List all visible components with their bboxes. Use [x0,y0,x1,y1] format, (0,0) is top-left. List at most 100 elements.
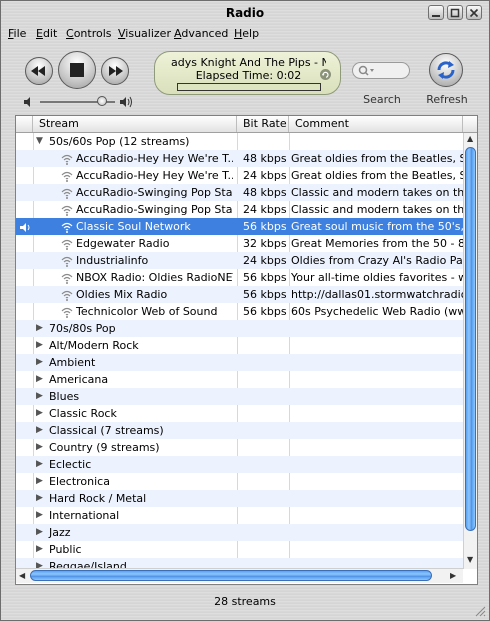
category-row[interactable]: ▶ Americana [16,371,463,388]
volume-slider-knob[interactable] [97,96,107,106]
category-row[interactable]: ▶ Ambient [16,354,463,371]
category-name: Jazz [49,526,71,539]
now-playing-title: adys Knight And The Pips - Neit [171,56,326,69]
category-row[interactable]: ▶ Eclectic [16,456,463,473]
header-comment[interactable]: Comment [289,116,463,132]
stream-row[interactable]: Edgewater Radio 32 kbps Great Memories fro… [16,235,463,252]
stream-cell: ▶ Classic Rock [16,405,233,422]
stream-row[interactable]: Technicolor Web of Sound 56 kbps 60s Psych… [16,303,463,320]
category-row[interactable]: ▼ 50s/60s Pop (12 streams) [16,133,463,150]
menu-visualizer[interactable]: Visualizer [118,27,171,40]
disclosure-closed-icon[interactable]: ▶ [36,337,43,354]
stream-row[interactable]: NBOX Radio: Oldies RadioNET 56 kbps Your a… [16,269,463,286]
elapsed-time: Elapsed Time: 0:02 [195,69,302,82]
list-header: Stream Bit Rate Comment [16,116,477,133]
refresh-button[interactable] [429,53,463,87]
stream-row[interactable]: Oldies Mix Radio 56 kbps http://dallas01.s… [16,286,463,303]
category-name: Americana [49,373,109,386]
category-row[interactable]: ▶ Classic Rock [16,405,463,422]
disclosure-closed-icon[interactable]: ▶ [36,354,43,371]
vertical-scroll-thumb[interactable] [465,147,476,531]
header-stream[interactable]: Stream [33,116,237,132]
disclosure-closed-icon[interactable]: ▶ [36,524,43,541]
stop-button[interactable] [58,51,96,89]
disclosure-closed-icon[interactable]: ▶ [36,490,43,507]
stream-name: Edgewater Radio [76,237,170,250]
bitrate-cell [237,133,291,150]
menu-edit[interactable]: Edit [36,27,57,40]
loop-arrow-icon [322,71,329,78]
category-row[interactable]: ▶ Classical (7 streams) [16,422,463,439]
category-row[interactable]: ▶ Jazz [16,524,463,541]
stream-cell: ▶ Americana [16,371,233,388]
header-icon-column[interactable] [16,116,33,132]
disclosure-closed-icon[interactable]: ▶ [36,541,43,558]
stream-row[interactable]: AccuRadio-Swinging Pop Sta... 24 kbps Clas… [16,201,463,218]
resize-grip-icon[interactable] [474,605,486,617]
disclosure-closed-icon[interactable]: ▶ [36,405,43,422]
comment-cell: Great oldies from the Beatles, Ston... [291,152,463,165]
bitrate-cell: 56 kbps [243,288,287,301]
menu-file[interactable]: File [8,27,26,40]
vertical-scrollbar[interactable]: ▲ ▼ [463,133,477,569]
stream-cell: ▶ Jazz [16,524,233,541]
menu-controls[interactable]: Controls [66,27,112,40]
zoom-button[interactable] [447,5,463,20]
stream-row[interactable]: AccuRadio-Hey Hey We're T... 48 kbps Great… [16,150,463,167]
category-row[interactable]: ▶ Country (9 streams) [16,439,463,456]
title-bar[interactable]: Radio [1,1,489,25]
category-row[interactable]: ▶ 70s/80s Pop [16,320,463,337]
stream-cell: Technicolor Web of Sound [16,303,233,320]
category-row[interactable]: ▶ Alt/Modern Rock [16,337,463,354]
stream-row[interactable]: Industrialinfo 24 kbps Oldies from Crazy A… [16,252,463,269]
stream-cell: ▶ Eclectic [16,456,233,473]
disclosure-closed-icon[interactable]: ▶ [36,388,43,405]
disclosure-closed-icon[interactable]: ▶ [36,473,43,490]
stream-icon [61,306,73,320]
minimize-button[interactable] [428,5,444,20]
scroll-down-arrow-icon[interactable]: ▼ [467,555,473,564]
search-icon [358,65,374,76]
scroll-up-arrow-icon[interactable]: ▲ [467,134,473,143]
stream-cell: ▶ Public [16,541,233,558]
disclosure-closed-icon[interactable]: ▶ [36,422,43,439]
header-bitrate[interactable]: Bit Rate [237,116,289,132]
stream-cell: ▶ Classical (7 streams) [16,422,233,439]
category-row[interactable]: ▶ Blues [16,388,463,405]
comment-cell: Oldies from Crazy Al's Radio Party, ... [291,254,463,267]
horizontal-scroll-thumb[interactable] [30,570,432,581]
disclosure-closed-icon[interactable]: ▶ [36,456,43,473]
category-row[interactable]: ▶ International [16,507,463,524]
stream-icon [61,238,73,252]
stream-icon [61,255,73,269]
stream-cell: ▶ 70s/80s Pop [16,320,233,337]
horizontal-scrollbar[interactable]: ◀ ▶ [16,568,463,583]
menu-advanced[interactable]: Advanced [174,27,228,40]
stream-row[interactable]: Classic Soul Network 56 kbps Great soul mu… [16,218,463,235]
search-field[interactable] [352,62,410,79]
close-icon [469,8,479,18]
category-row[interactable]: ▶ Electronica [16,473,463,490]
loop-icon[interactable] [320,69,331,80]
menu-help[interactable]: Help [234,27,259,40]
rewind-button[interactable] [25,57,53,85]
stream-row[interactable]: AccuRadio-Swinging Pop Sta... 48 kbps Clas… [16,184,463,201]
stream-icon [61,221,73,235]
close-button[interactable] [466,5,482,20]
fast-forward-button[interactable] [101,57,129,85]
disclosure-closed-icon[interactable]: ▶ [36,439,43,456]
stream-row[interactable]: AccuRadio-Hey Hey We're T... 24 kbps Great… [16,167,463,184]
scroll-right-arrow-icon[interactable]: ▶ [450,571,456,580]
disclosure-open-icon[interactable]: ▼ [36,133,43,150]
disclosure-closed-icon[interactable]: ▶ [36,320,43,337]
disclosure-closed-icon[interactable]: ▶ [36,507,43,524]
category-row[interactable]: ▶ Hard Rock / Metal [16,490,463,507]
comment-cell [289,490,463,507]
disclosure-closed-icon[interactable]: ▶ [36,371,43,388]
category-row[interactable]: ▶ Public [16,541,463,558]
category-name: Electronica [49,475,110,488]
category-name: Hard Rock / Metal [49,492,147,505]
bitrate-cell: 24 kbps [243,169,287,182]
progress-bar[interactable] [177,83,321,91]
scroll-left-arrow-icon[interactable]: ◀ [19,571,25,580]
